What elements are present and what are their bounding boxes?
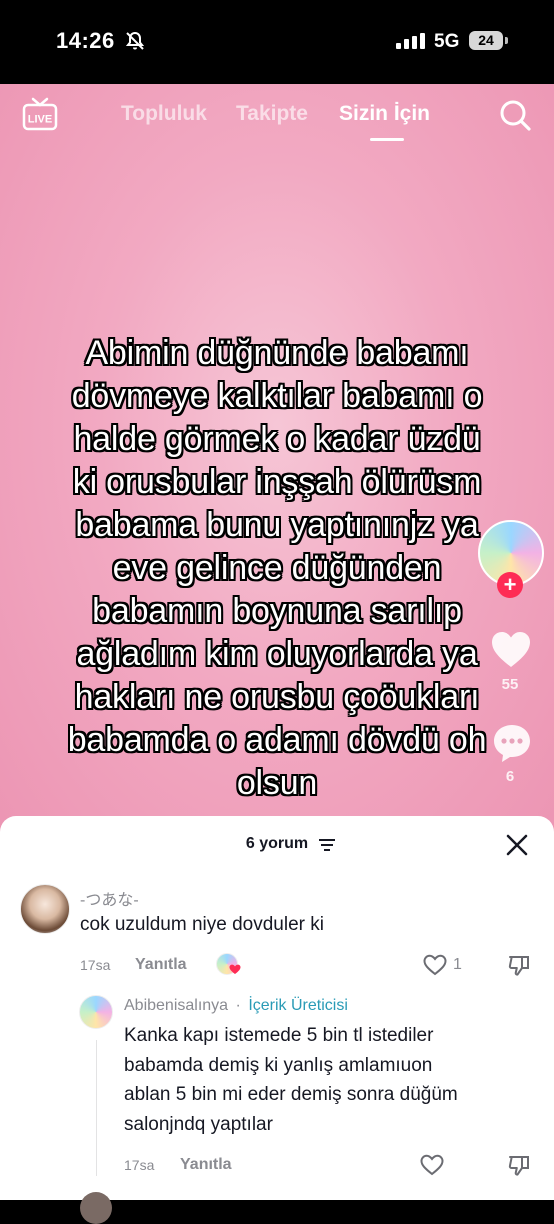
comments-title: 6 yorum — [245, 835, 309, 852]
reply-thread-line — [96, 1040, 97, 1176]
tab-topluluk[interactable]: Topluluk — [121, 102, 207, 126]
caption-line: babama bunu yaptınınjz ya — [75, 506, 479, 544]
status-time: 14:26 — [56, 28, 115, 53]
signal-bars-icon — [396, 33, 425, 49]
separator-dot: · — [235, 997, 241, 1014]
reply-reply-button[interactable]: Yanıtla — [180, 1156, 232, 1174]
caption-line: eve gelince düğünden — [112, 549, 442, 587]
tab-sizin-icin[interactable]: Sizin İçin — [339, 102, 430, 126]
live-icon[interactable]: LIVE — [22, 97, 58, 131]
comment-text: cok uzuldum niye dovduler ki — [80, 914, 324, 935]
close-icon[interactable] — [506, 834, 528, 856]
reply-text-line: ablan 5 bin mi eder demiş sonra düğüm — [124, 1084, 458, 1105]
reply-button[interactable]: Yanıtla — [135, 956, 187, 974]
reply-username-row: Abibenisalınya · İçerik Üreticisi — [124, 997, 348, 1015]
video-caption: Abimin düğnünde babamı dövmeye kalktılar… — [20, 332, 534, 805]
caption-line: ki orusbular inşşah ölürüsm — [72, 463, 482, 501]
comment-like-count: 1 — [453, 956, 462, 973]
caption-line: Abimin düğnünde babamı — [85, 334, 469, 372]
network-type: 5G — [434, 31, 460, 52]
tab-takipte[interactable]: Takipte — [236, 102, 308, 126]
reply-dislike-icon[interactable] — [507, 1153, 531, 1177]
caption-line: hakları ne orusbu çoöukları — [74, 678, 480, 716]
reply-text: Kanka kapı istemede 5 bin tl istediler b… — [124, 1021, 458, 1139]
follow-button[interactable]: + — [497, 572, 523, 598]
creator-badge: İçerik Üreticisi — [248, 997, 348, 1014]
like-count: 55 — [501, 676, 519, 693]
caption-line: ağladım kim oluyorlarda ya — [76, 635, 478, 673]
status-bar: 14:26 5G 24 — [0, 0, 554, 84]
reply-text-line: salonjndq yaptılar — [124, 1113, 273, 1135]
reply-text-line: Kanka kapı istemede 5 bin tl istediler — [124, 1025, 434, 1046]
caption-line: olsun — [236, 764, 318, 802]
reply-username[interactable]: Abibenisalınya — [124, 997, 228, 1014]
battery-icon: 24 — [469, 31, 508, 50]
comment-time: 17sa — [80, 957, 111, 973]
comment-icon[interactable] — [491, 722, 533, 764]
avatar[interactable] — [20, 884, 70, 934]
sort-filter-icon[interactable] — [318, 838, 336, 852]
next-comment-avatar[interactable] — [80, 1192, 112, 1224]
active-tab-indicator — [370, 138, 404, 141]
creator-heart-icon — [229, 964, 241, 974]
search-icon[interactable] — [498, 98, 532, 132]
comment-count: 6 — [505, 768, 515, 785]
caption-line: babamın boynuna sarılıp — [92, 592, 462, 630]
reply-text-line: babamda demiş ki yanlış amlamıuon — [124, 1054, 433, 1076]
top-nav: LIVE Topluluk Takipte Sizin İçin — [0, 84, 554, 154]
comment-like-icon[interactable] — [423, 954, 447, 976]
bell-slash-icon — [125, 31, 145, 50]
comment-username[interactable]: -つあな- — [80, 886, 139, 910]
heart-icon[interactable] — [490, 630, 532, 670]
svg-text:LIVE: LIVE — [28, 114, 52, 126]
reply-time: 17sa — [124, 1157, 155, 1173]
caption-line: dövmeye kalktılar babamı o — [71, 377, 483, 415]
reply-like-icon[interactable] — [420, 1154, 444, 1176]
caption-line: babamda o adamı dövdü oh — [67, 721, 487, 759]
reply-avatar[interactable] — [79, 995, 113, 1029]
video-player[interactable]: LIVE Topluluk Takipte Sizin İçin Abimin … — [0, 84, 554, 844]
caption-line: halde görmek o kadar üzdü — [73, 420, 481, 458]
sheet-header: 6 yorum — [0, 816, 554, 872]
dislike-icon[interactable] — [507, 953, 531, 977]
